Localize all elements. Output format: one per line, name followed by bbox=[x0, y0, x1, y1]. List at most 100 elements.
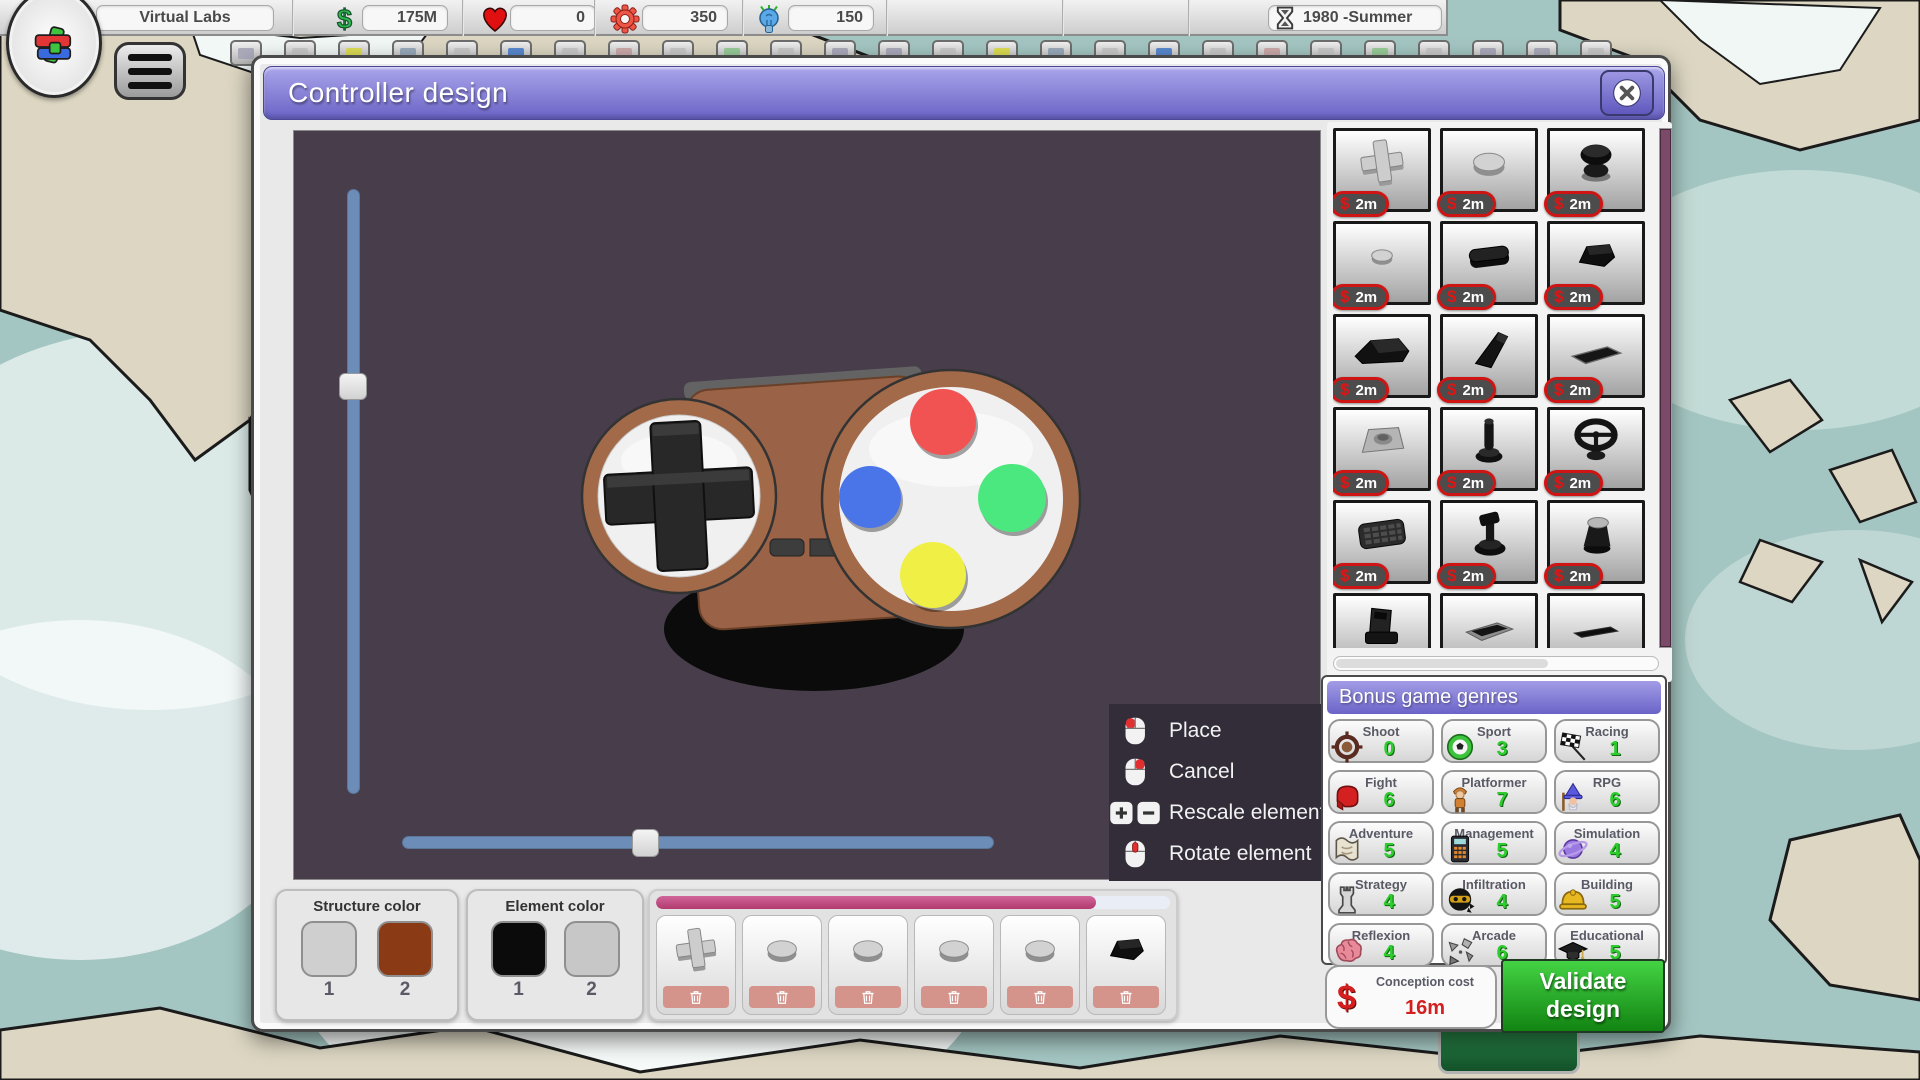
design-canvas[interactable]: PlaceCancelRescale elementRotate element bbox=[293, 130, 1321, 880]
element-color-title: Element color bbox=[468, 898, 642, 915]
heart-icon bbox=[480, 4, 510, 34]
delete-element-button[interactable] bbox=[749, 986, 815, 1008]
parts-scrollbar-thumb[interactable] bbox=[1660, 129, 1671, 647]
controller-design-dialog: Controller design bbox=[251, 55, 1671, 1032]
company-name: Virtual Labs bbox=[96, 5, 274, 31]
wide-base-icon bbox=[1349, 321, 1415, 375]
genre-racing: Racing1 bbox=[1554, 719, 1660, 763]
dialog-title: Controller design bbox=[264, 77, 508, 109]
date-display: 1980 -Summer bbox=[1268, 5, 1442, 31]
part-steering-wheel[interactable]: $2m bbox=[1547, 407, 1645, 491]
round-button-icon bbox=[1009, 924, 1071, 974]
part-round-button[interactable]: $2m bbox=[1440, 128, 1538, 212]
dollar-icon: $ bbox=[1337, 979, 1356, 1018]
part-cartridge-slot[interactable]: $2m bbox=[1333, 593, 1431, 648]
genre-value: 1 bbox=[1556, 738, 1658, 761]
delete-element-button[interactable] bbox=[1093, 986, 1159, 1008]
round-button-icon bbox=[923, 924, 985, 974]
delete-element-button[interactable] bbox=[663, 986, 729, 1008]
menu-button[interactable] bbox=[114, 42, 186, 100]
structure-color-swatch-2[interactable] bbox=[377, 921, 433, 977]
part-mound-plate[interactable]: $2m bbox=[1333, 407, 1431, 491]
genre-sport: Sport3 bbox=[1441, 719, 1547, 763]
structure-color-swatch-1[interactable] bbox=[301, 921, 357, 977]
elements-scrollbar-fill bbox=[656, 896, 1096, 909]
dollar-icon: $ bbox=[1554, 473, 1563, 493]
hint-label: Rotate element bbox=[1169, 842, 1311, 866]
genre-value: 3 bbox=[1443, 738, 1545, 761]
structure-color-panel: Structure color12 bbox=[275, 889, 459, 1021]
part-wedge[interactable]: $2m bbox=[1440, 314, 1538, 398]
delete-element-button[interactable] bbox=[835, 986, 901, 1008]
part-flight-stick[interactable]: $2m bbox=[1440, 500, 1538, 584]
part-price: 2m bbox=[1462, 289, 1484, 306]
vertical-slider[interactable] bbox=[338, 189, 368, 797]
part-thin-strip[interactable]: $2m bbox=[1547, 593, 1645, 648]
parts-scrollbar-horizontal[interactable] bbox=[1333, 656, 1659, 671]
part-joystick[interactable]: $2m bbox=[1440, 407, 1538, 491]
genre-rpg: RPG6 bbox=[1554, 770, 1660, 814]
part-screen-pad[interactable]: $2m bbox=[1440, 593, 1538, 648]
part-dpad[interactable]: $2m bbox=[1333, 128, 1431, 212]
round-button-icon bbox=[837, 924, 899, 974]
placed-element-dpad[interactable] bbox=[656, 915, 736, 1015]
conception-cost-value: 16m bbox=[1355, 997, 1495, 1020]
part-price-badge: $2m bbox=[1544, 563, 1603, 589]
parts-scrollbar-vertical[interactable] bbox=[1659, 128, 1672, 648]
placed-element-trapezoid-pad[interactable] bbox=[1086, 915, 1166, 1015]
stat-value-3: 150 bbox=[788, 5, 874, 31]
hint-label: Cancel bbox=[1169, 760, 1234, 784]
horizontal-slider[interactable] bbox=[402, 827, 996, 857]
placed-element-round-button[interactable] bbox=[914, 915, 994, 1015]
part-price-badge: $2m bbox=[1333, 470, 1389, 496]
delete-element-button[interactable] bbox=[1007, 986, 1073, 1008]
dollar-icon: $ bbox=[1554, 194, 1563, 214]
placed-element-round-button[interactable] bbox=[1000, 915, 1080, 1015]
delete-element-button[interactable] bbox=[921, 986, 987, 1008]
part-wide-base[interactable]: $2m bbox=[1333, 314, 1431, 398]
part-keypad[interactable]: $2m bbox=[1333, 500, 1431, 584]
genre-strategy: Strategy4 bbox=[1328, 872, 1434, 916]
part-rounded-pad[interactable]: $2m bbox=[1440, 221, 1538, 305]
gear-icon bbox=[610, 4, 640, 34]
keypad-icon bbox=[1349, 507, 1415, 561]
rounded-pad-icon bbox=[1456, 228, 1522, 282]
trash-icon bbox=[689, 989, 703, 1005]
genre-platformer: Platformer7 bbox=[1441, 770, 1547, 814]
part-price: 2m bbox=[1355, 196, 1377, 213]
validate-design-button[interactable]: Validate design bbox=[1501, 959, 1665, 1033]
part-price-badge: $2m bbox=[1437, 191, 1496, 217]
topbar-divider bbox=[886, 0, 888, 36]
element-color-swatch-2[interactable] bbox=[564, 921, 620, 977]
part-trapezoid-pad[interactable]: $2m bbox=[1547, 221, 1645, 305]
genre-reflexion: Reflexion4 bbox=[1328, 923, 1434, 967]
parts-hscroll-thumb[interactable] bbox=[1336, 659, 1548, 668]
part-analog-stick[interactable]: $2m bbox=[1547, 128, 1645, 212]
part-flat-plate[interactable]: $2m bbox=[1547, 314, 1645, 398]
swatch-label: 2 bbox=[377, 979, 433, 1001]
part-knob[interactable]: $2m bbox=[1547, 500, 1645, 584]
part-price-badge: $2m bbox=[1544, 377, 1603, 403]
trapezoid-pad-icon bbox=[1095, 924, 1157, 974]
steering-wheel-icon bbox=[1563, 414, 1629, 468]
placed-element-round-button[interactable] bbox=[828, 915, 908, 1015]
close-button[interactable] bbox=[1600, 70, 1654, 116]
horizontal-slider-thumb[interactable] bbox=[632, 829, 659, 857]
swatch-label: 2 bbox=[564, 979, 620, 1001]
svg-text:$: $ bbox=[337, 4, 352, 34]
placed-element-round-button[interactable] bbox=[742, 915, 822, 1015]
vertical-slider-thumb[interactable] bbox=[339, 373, 367, 400]
round-button-icon bbox=[751, 924, 813, 974]
hint-row: Cancel bbox=[1109, 751, 1322, 792]
part-small-button[interactable]: $2m bbox=[1333, 221, 1431, 305]
element-color-swatch-1[interactable] bbox=[491, 921, 547, 977]
hint-row: Place bbox=[1109, 710, 1322, 751]
conception-cost: $ Conception cost 16m bbox=[1325, 965, 1497, 1029]
genre-value: 6 bbox=[1330, 789, 1432, 812]
joystick-icon bbox=[1456, 414, 1522, 468]
close-icon bbox=[1611, 77, 1643, 109]
elements-scrollbar[interactable] bbox=[656, 896, 1170, 909]
genre-value: 4 bbox=[1556, 840, 1658, 863]
topbar-divider bbox=[462, 0, 464, 36]
part-price: 2m bbox=[1355, 289, 1377, 306]
